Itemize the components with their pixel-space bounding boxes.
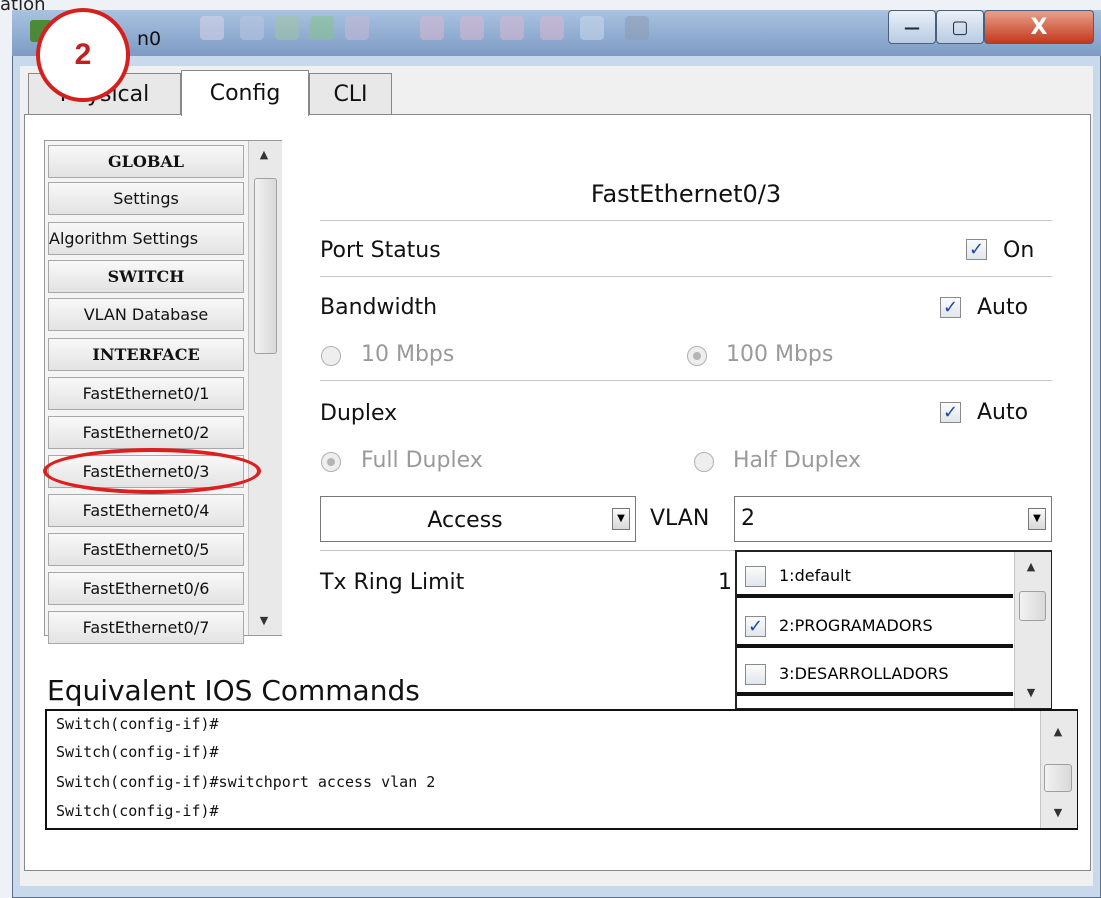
ios-line-2: Switch(config-if)#	[56, 743, 219, 761]
duplex-label: Duplex	[320, 401, 398, 426]
ios-scroll-thumb[interactable]	[1044, 764, 1072, 792]
toolbar-icon	[345, 16, 369, 40]
bw-10-label: 10 Mbps	[361, 342, 455, 367]
nav-item-fastethernet0-6[interactable]: FastEthernet0/6	[48, 572, 244, 605]
vlan-option-label: 2:PROGRAMADORS	[779, 616, 933, 635]
toolbar-icon	[420, 16, 444, 40]
vlan-list-scroll-thumb[interactable]	[1019, 591, 1046, 621]
scroll-up-arrow-icon[interactable]: ▲	[250, 148, 278, 161]
vlan-option-1[interactable]: 1:default	[737, 556, 1013, 598]
bw-100-radio[interactable]	[687, 346, 707, 366]
nav-item-fastethernet0-1[interactable]: FastEthernet0/1	[48, 377, 244, 410]
vlan-label: VLAN	[650, 506, 710, 531]
vlan-option-checkbox[interactable]	[745, 566, 766, 587]
nav-item-algorithm-settings[interactable]: Algorithm Settings	[48, 222, 244, 255]
full-duplex-label: Full Duplex	[361, 448, 483, 473]
duplex-auto-checkbox[interactable]: ✓	[940, 402, 961, 423]
separator	[320, 220, 1052, 221]
port-status-checkbox[interactable]: ✓	[966, 239, 987, 260]
nav-header-global: GLOBAL	[48, 145, 244, 178]
ios-line-4: Switch(config-if)#	[56, 802, 219, 820]
ios-line-3: Switch(config-if)#switchport access vlan…	[56, 773, 436, 791]
vlan-option-label: 3:DESARROLLADORS	[779, 664, 949, 683]
scroll-up-arrow-icon[interactable]: ▲	[1016, 560, 1046, 573]
half-duplex-label: Half Duplex	[733, 448, 862, 473]
nav-item-fastethernet0-7[interactable]: FastEthernet0/7	[48, 611, 244, 644]
duplex-auto-label: Auto	[977, 400, 1029, 425]
bandwidth-label: Bandwidth	[320, 295, 438, 320]
tab-cli[interactable]: CLI	[309, 73, 392, 115]
vlan-option-2[interactable]: ✓ 2:PROGRAMADORS	[737, 606, 1013, 648]
nav-item-settings[interactable]: Settings	[48, 182, 244, 215]
toolbar-icon	[540, 16, 564, 40]
tx-ring-label: Tx Ring Limit	[320, 570, 465, 595]
nav-header-interface: INTERFACE	[48, 338, 244, 371]
ios-line-1: Switch(config-if)#	[56, 715, 219, 733]
bw-100-label: 100 Mbps	[726, 342, 834, 367]
toolbar-icon	[310, 16, 334, 40]
vlan-option-3[interactable]: 3:DESARROLLADORS	[737, 654, 1013, 696]
minimize-button[interactable]: —	[888, 10, 936, 44]
port-status-label: Port Status	[320, 238, 441, 263]
separator	[320, 276, 1052, 277]
toolbar-icon	[580, 16, 604, 40]
highlight-circle	[43, 448, 261, 494]
vlan-list-scrollbar[interactable]	[1014, 552, 1051, 708]
scroll-down-arrow-icon[interactable]: ▼	[1043, 806, 1073, 819]
vlan-select[interactable]	[734, 496, 1052, 542]
ios-commands-title: Equivalent IOS Commands	[47, 674, 420, 707]
toolbar-icon	[240, 16, 264, 40]
scroll-down-arrow-icon[interactable]: ▼	[250, 614, 278, 627]
scroll-up-arrow-icon[interactable]: ▲	[1043, 725, 1073, 738]
nav-item-fastethernet0-5[interactable]: FastEthernet0/5	[48, 533, 244, 566]
toolbar-icon	[275, 16, 299, 40]
bandwidth-auto-label: Auto	[977, 295, 1029, 320]
vlan-option-checkbox[interactable]	[745, 664, 766, 685]
mode-select-value: Access	[427, 508, 503, 533]
toolbar-icon	[200, 16, 224, 40]
vlan-select-value: 2	[741, 506, 755, 531]
nav-item-fastethernet0-4[interactable]: FastEthernet0/4	[48, 494, 244, 527]
nav-item-fastethernet0-2[interactable]: FastEthernet0/2	[48, 416, 244, 449]
mode-dropdown-icon[interactable]: ▼	[612, 508, 630, 530]
toolbar-icon	[625, 16, 649, 40]
window-title: n0	[137, 28, 162, 50]
scroll-down-arrow-icon[interactable]: ▼	[1016, 686, 1046, 699]
nav-scroll-thumb[interactable]	[254, 178, 277, 354]
port-status-value: On	[1003, 238, 1035, 263]
close-button[interactable]: X	[984, 10, 1094, 44]
vlan-option-label: 1:default	[779, 566, 851, 585]
half-duplex-radio[interactable]	[694, 452, 714, 472]
full-duplex-radio[interactable]	[321, 452, 341, 472]
separator	[320, 380, 1052, 381]
tx-ring-value: 1	[718, 570, 732, 595]
nav-item-vlan-database[interactable]: VLAN Database	[48, 298, 244, 331]
tab-config[interactable]: Config	[181, 70, 309, 116]
toolbar-icon	[500, 16, 524, 40]
vlan-dropdown-icon[interactable]: ▼	[1028, 508, 1046, 530]
vlan-option-checkbox[interactable]: ✓	[745, 616, 766, 637]
bw-10-radio[interactable]	[321, 346, 341, 366]
bandwidth-auto-checkbox[interactable]: ✓	[940, 297, 961, 318]
nav-header-switch: SWITCH	[48, 260, 244, 293]
port-title: FastEthernet0/3	[590, 180, 782, 208]
toolbar-icon	[460, 16, 484, 40]
step-number-badge: 2	[36, 8, 130, 102]
maximize-button[interactable]: ▢	[936, 10, 984, 44]
